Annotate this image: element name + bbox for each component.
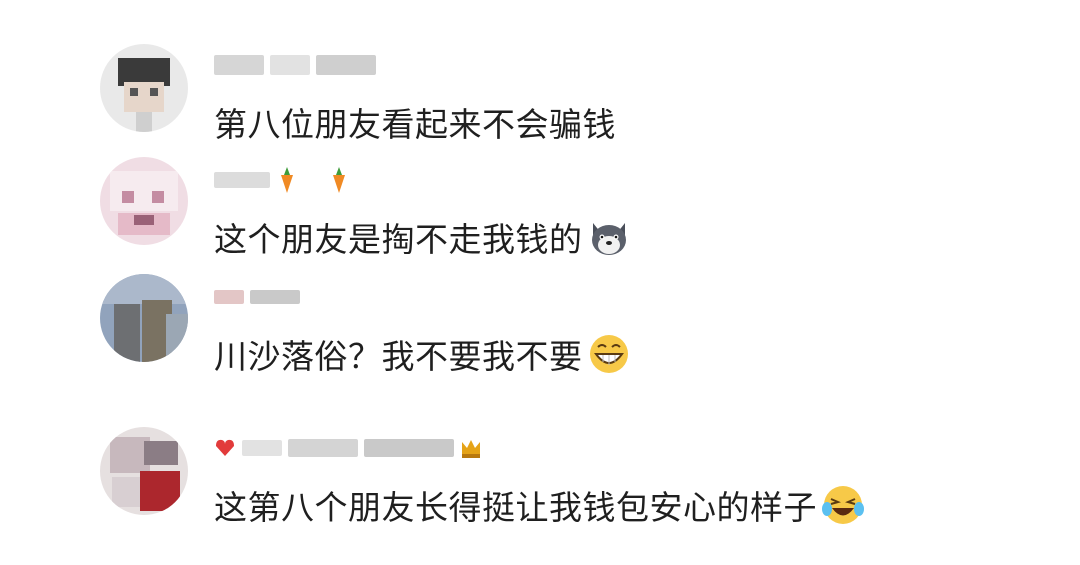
comment-item: 这第八个朋友长得挺让我钱包安心的样子 — [100, 415, 1060, 527]
comment-text: 这个朋友是掏不走我钱的 — [214, 213, 631, 261]
carrot-icon — [328, 166, 350, 194]
avatar[interactable] — [100, 44, 188, 132]
username-row[interactable] — [214, 433, 482, 463]
grinning-face-emoji — [587, 332, 631, 376]
comment-text-content: 这第八个朋友长得挺让我钱包安心的样子 — [214, 488, 817, 527]
laughing-crying-emoji — [821, 483, 865, 527]
avatar[interactable] — [100, 274, 188, 362]
username-row[interactable] — [214, 165, 350, 195]
comment-text: 这第八个朋友长得挺让我钱包安心的样子 — [214, 481, 865, 529]
red-heart-icon — [214, 434, 236, 462]
username-blurred[interactable] — [214, 50, 376, 80]
comment-text: 第八位朋友看起来不会骗钱 — [214, 98, 616, 146]
husky-dog-emoji — [587, 215, 631, 259]
username-blurred[interactable] — [214, 172, 270, 188]
avatar[interactable] — [100, 427, 188, 515]
comment-item: 第八位朋友看起来不会骗钱 — [100, 42, 1060, 152]
username-blurred[interactable] — [242, 440, 282, 456]
comment-text: 川沙落俗？我不要我不要 — [214, 330, 631, 378]
username-blurred[interactable] — [214, 282, 300, 312]
comment-text-content: 这个朋友是掏不走我钱的 — [214, 220, 583, 259]
avatar[interactable] — [100, 157, 188, 245]
crown-icon — [460, 434, 482, 462]
comment-text-content: 川沙落俗？我不要我不要 — [214, 337, 583, 376]
carrot-icon — [276, 166, 298, 194]
comment-item: 这个朋友是掏不走我钱的 — [100, 155, 1060, 265]
comment-text-content: 第八位朋友看起来不会骗钱 — [214, 105, 616, 144]
comment-item: 川沙落俗？我不要我不要 — [100, 272, 1060, 382]
